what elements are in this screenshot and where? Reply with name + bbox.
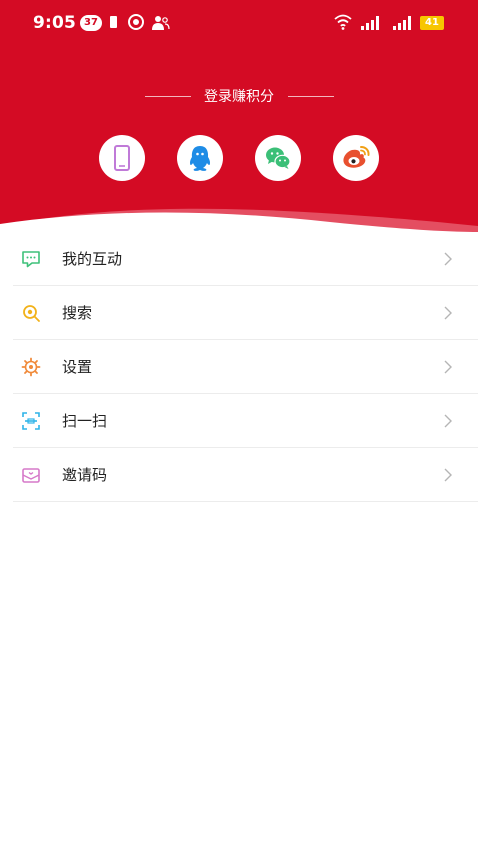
menu-item-label: 我的互动 (62, 250, 123, 268)
screen-record-icon (128, 14, 144, 30)
chevron-right-icon (444, 252, 452, 266)
menu-item-scan[interactable]: 扫一扫 (13, 394, 478, 448)
chevron-right-icon (444, 468, 452, 482)
phone-login-button[interactable] (99, 135, 145, 181)
weibo-icon (343, 146, 370, 168)
wechat-login-button[interactable] (255, 135, 301, 181)
search-icon (23, 305, 40, 322)
menu-item-label: 邀请码 (62, 466, 108, 484)
status-time: 9:05 (33, 13, 77, 33)
divider-line (288, 96, 334, 97)
menu-list: 我的互动 搜索 设置 扫一扫 邀请码 (0, 232, 478, 502)
gear-icon (21, 357, 41, 377)
wifi-icon (334, 14, 352, 30)
menu-item-invite-code[interactable]: 邀请码 (13, 448, 478, 502)
cell-signal-icon (393, 16, 411, 30)
chat-bubble-icon (22, 251, 40, 268)
scan-icon (22, 412, 40, 430)
login-title[interactable]: 登录赚积分 (191, 86, 287, 108)
cell-signal-icon (361, 16, 379, 30)
login-prompt: 登录赚积分 (0, 86, 478, 108)
qq-login-button[interactable] (177, 135, 223, 181)
login-header: 9:05 37 41 登录赚积分 (0, 0, 478, 232)
chevron-right-icon (444, 360, 452, 374)
battery-icon: 41 (420, 16, 444, 30)
wechat-icon (266, 147, 291, 169)
header-wave (0, 208, 478, 232)
chevron-right-icon (444, 306, 452, 320)
menu-item-settings[interactable]: 设置 (13, 340, 478, 394)
menu-item-label: 设置 (62, 358, 93, 376)
sim-card-icon (110, 16, 117, 28)
menu-item-label: 搜索 (62, 304, 93, 322)
invitation-envelope-icon (22, 468, 40, 483)
person-icon (152, 16, 170, 30)
weibo-login-button[interactable] (333, 135, 379, 181)
notification-count-badge: 37 (80, 15, 102, 31)
menu-item-search[interactable]: 搜索 (13, 286, 478, 340)
divider-line (145, 96, 191, 97)
status-bar: 9:05 37 41 (0, 0, 478, 48)
qq-penguin-icon (190, 146, 210, 171)
menu-item-label: 扫一扫 (62, 412, 108, 430)
chevron-right-icon (444, 414, 452, 428)
menu-item-my-interactions[interactable]: 我的互动 (13, 232, 478, 286)
phone-icon (114, 145, 130, 171)
